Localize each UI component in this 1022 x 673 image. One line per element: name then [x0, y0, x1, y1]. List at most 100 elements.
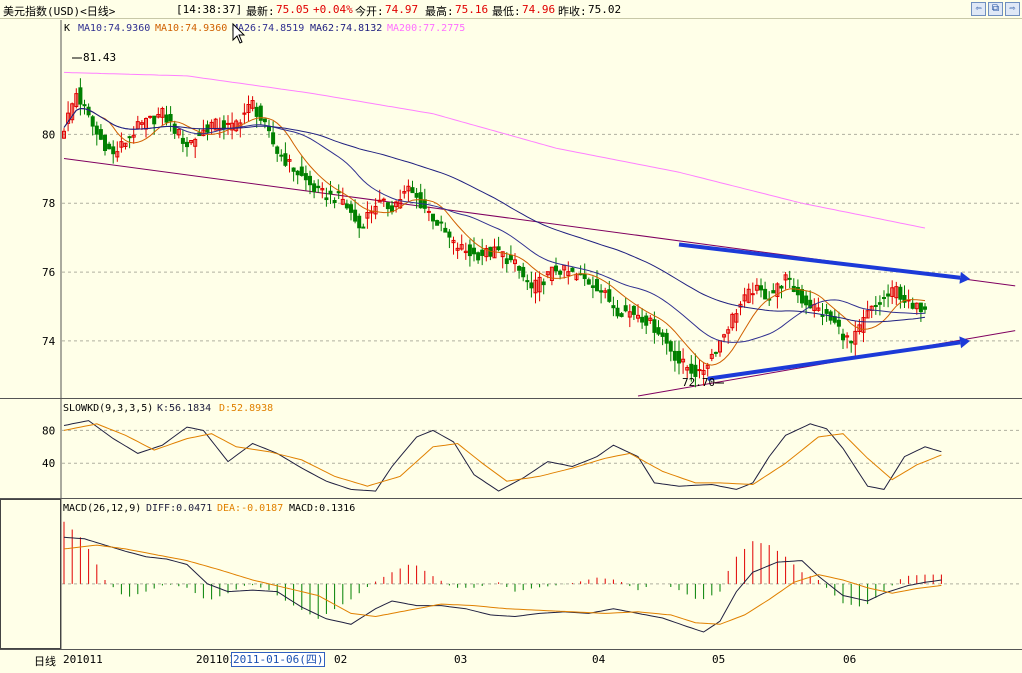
candle-body — [554, 265, 558, 272]
candle-body — [111, 146, 116, 155]
candle-body — [283, 153, 288, 166]
y-tick-label: 74 — [42, 335, 56, 348]
candle-body — [303, 173, 308, 181]
candle-body — [107, 143, 112, 150]
candle-body — [472, 247, 476, 255]
candle-body — [800, 289, 804, 304]
candle-body — [467, 244, 472, 257]
candle-body — [677, 350, 681, 364]
candle-body — [336, 191, 341, 194]
candle-body — [668, 341, 673, 352]
y-tick-label: 76 — [42, 266, 55, 279]
candle-body — [923, 306, 927, 310]
kd-d-line — [63, 423, 942, 487]
candle-body — [517, 266, 522, 271]
y-tick-label: 78 — [42, 197, 55, 210]
x-tick-label: 03 — [454, 653, 468, 666]
candle-body — [504, 258, 509, 265]
ma10-line — [63, 107, 926, 366]
cursor-date-box[interactable]: 2011-01-06(四) — [231, 652, 326, 667]
candle-body — [689, 363, 694, 374]
arrow-head-icon — [959, 271, 971, 284]
candle-body — [558, 270, 563, 275]
candle-body — [582, 273, 587, 280]
candle-body — [353, 209, 358, 222]
legend-ma200: MA200:77.2775 — [387, 23, 465, 34]
candle-body — [779, 285, 784, 289]
y-tick-label: 80 — [42, 128, 55, 141]
candle-body — [295, 170, 300, 176]
candle-body — [439, 221, 444, 224]
candle-body — [316, 185, 321, 189]
candle-body — [332, 199, 337, 204]
kd-lines — [63, 420, 942, 492]
legend-ma10b: MA10:74.9360 — [155, 23, 227, 34]
x-tick-label: 201011 — [63, 653, 103, 666]
arrow-line — [707, 340, 961, 381]
candle-body — [94, 125, 99, 135]
period-label: 日线 — [34, 655, 56, 668]
candle-body — [697, 369, 702, 372]
candle-body — [660, 332, 665, 337]
candle-body — [385, 202, 390, 210]
candle-body — [262, 118, 267, 123]
max-price-label: 81.43 — [83, 51, 116, 64]
candle-body — [344, 203, 349, 209]
candle-body — [185, 141, 189, 148]
candle-body — [221, 120, 226, 130]
arrow-line — [678, 242, 961, 280]
candle-body — [898, 286, 903, 300]
candle-body — [763, 288, 768, 300]
y-tick-label: 80 — [42, 424, 55, 437]
macd-legend-diff: DIFF:0.0471 — [146, 503, 212, 514]
main-grid — [62, 133, 1022, 342]
macd-legend-name: MACD(26,12,9) — [63, 503, 141, 514]
candle-body — [390, 205, 394, 213]
candle-body — [426, 210, 431, 213]
chart-canvas[interactable]: 7476788040800 K MA10:74.9360 MA10:74.936… — [0, 0, 1022, 673]
candle-body — [882, 297, 886, 300]
candle-body — [496, 246, 501, 251]
candle-body — [324, 197, 329, 201]
candle-body — [795, 286, 800, 296]
macd-legend-macd: MACD:0.1316 — [289, 503, 355, 514]
candle-body — [570, 267, 575, 272]
candle-body — [750, 293, 755, 296]
candle-body — [98, 129, 103, 140]
legend-k: K — [64, 23, 70, 34]
kd-legend-k: K:56.1834 — [157, 403, 211, 414]
candle-body — [918, 302, 923, 313]
candle-body — [103, 134, 107, 151]
candle-body — [82, 104, 87, 107]
candle-body — [172, 123, 177, 134]
candle-body — [361, 226, 366, 229]
y-tick-label: 40 — [42, 457, 55, 470]
x-axis: 日线 201011 201101 02 03 04 05 06 — [0, 650, 1022, 673]
candle-body — [78, 87, 83, 105]
candle-body — [164, 114, 169, 123]
candle-body — [328, 190, 333, 195]
candle-body — [623, 305, 628, 312]
candle-body — [631, 305, 636, 315]
candle-body — [607, 289, 612, 302]
ma26-line — [63, 107, 926, 343]
candle-body — [299, 166, 304, 176]
candle-body — [180, 137, 185, 144]
candle-body — [832, 316, 837, 323]
candle-body — [275, 146, 280, 154]
candle-body — [849, 340, 854, 344]
macd-bars — [63, 521, 942, 619]
forecast-arrows — [678, 242, 971, 381]
candle-body — [447, 231, 452, 238]
x-tick-label: 201101 — [196, 653, 236, 666]
legend-ma62: MA62:74.8132 — [310, 23, 382, 34]
candle-body — [804, 295, 809, 306]
x-tick-label: 06 — [843, 653, 857, 666]
ma200-line — [63, 71, 926, 229]
candle-body — [226, 122, 230, 125]
candle-body — [910, 302, 915, 309]
candle-body — [480, 249, 485, 256]
candle-body — [476, 252, 481, 261]
candle-body — [615, 307, 620, 317]
candle-body — [291, 167, 296, 172]
